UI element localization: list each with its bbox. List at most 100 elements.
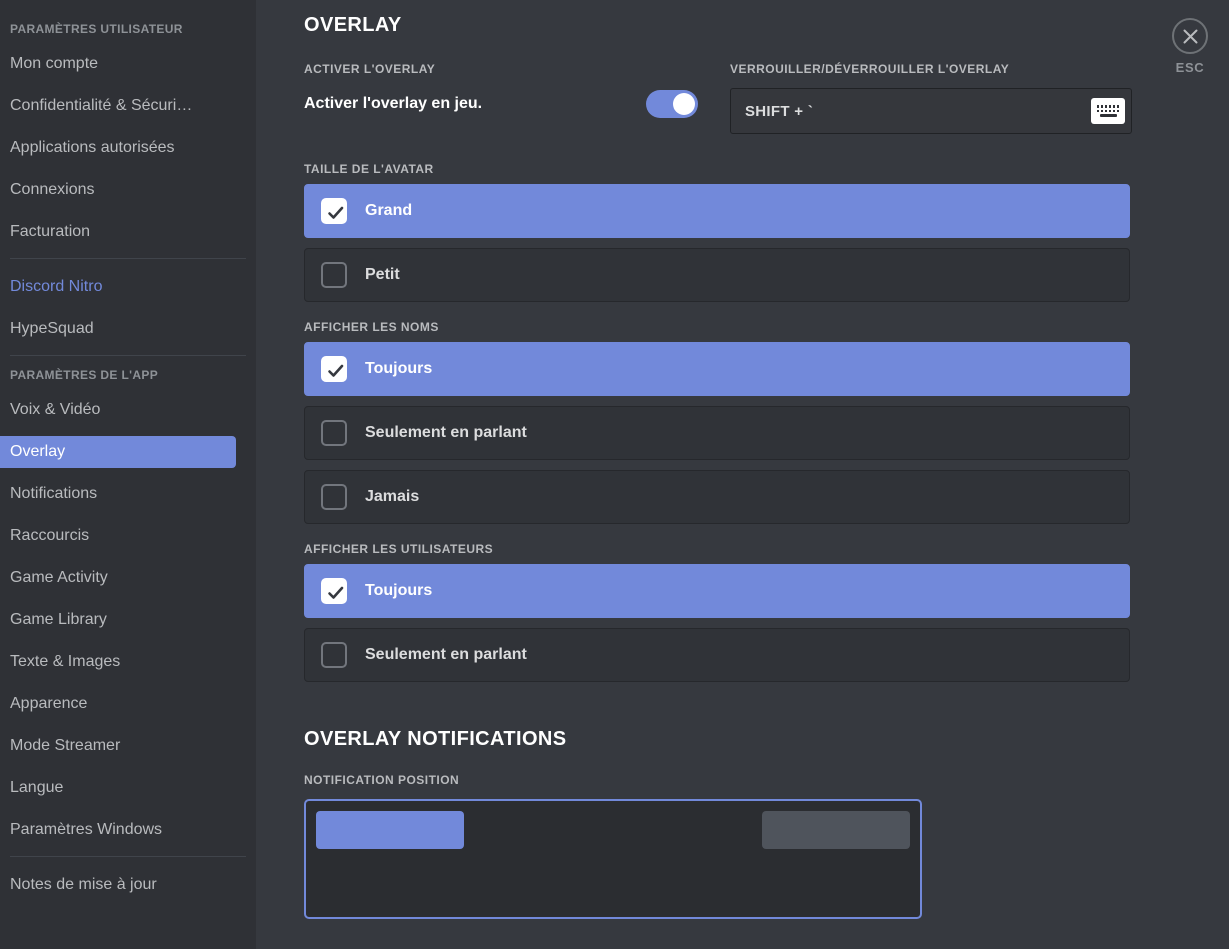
sidebar-item-label: Confidentialité & Sécuri… <box>10 97 192 114</box>
show-names-group: AFFICHER LES NOMS Toujours Seulement en p… <box>304 320 1229 524</box>
sidebar-item-texte-images[interactable]: Texte & Images <box>0 646 236 678</box>
avatar-size-option[interactable]: Grand <box>304 184 1130 238</box>
sidebar-item-voix-vidéo[interactable]: Voix & Vidéo <box>0 394 236 426</box>
overlay-notifications-title: OVERLAY NOTIFICATIONS <box>304 728 1229 751</box>
sidebar-section-user-settings: PARAMÈTRES UTILISATEUR <box>0 22 256 48</box>
show-users-option-label: Toujours <box>365 582 432 600</box>
keyboard-icon[interactable] <box>1091 98 1125 124</box>
switch-knob <box>673 93 695 115</box>
sidebar-group-user: Mon compte Confidentialité & Sécuri… Appli… <box>0 48 256 248</box>
sidebar-item-label: Connexions <box>10 181 95 198</box>
sidebar-item-label: Voix & Vidéo <box>10 401 100 418</box>
keybind-input[interactable]: SHIFT + ` <box>730 88 1132 134</box>
sidebar-group-footer: Notes de mise à jour <box>0 869 256 901</box>
enable-overlay-switch[interactable] <box>646 90 698 118</box>
sidebar-item-notifications[interactable]: Notifications <box>0 478 236 510</box>
sidebar-item-label: Apparence <box>10 695 87 712</box>
sidebar-divider-2 <box>10 355 246 356</box>
avatar-size-options: Grand Petit <box>304 184 1229 302</box>
avatar-size-option-label: Grand <box>365 202 412 220</box>
sidebar-item-hypesquad[interactable]: HypeSquad <box>0 313 236 345</box>
sidebar-item-applications-autorisées[interactable]: Applications autorisées <box>0 132 236 164</box>
sidebar-divider-1 <box>10 258 246 259</box>
checkbox-unchecked-icon[interactable] <box>321 262 347 288</box>
sidebar-item-game-activity[interactable]: Game Activity <box>0 562 236 594</box>
keybind-label: VERROUILLER/DÉVERROUILLER L'OVERLAY <box>730 62 1132 76</box>
checkbox-checked-icon[interactable] <box>321 356 347 382</box>
sidebar-item-label: Discord Nitro <box>10 278 102 295</box>
avatar-size-option[interactable]: Petit <box>304 248 1130 302</box>
sidebar-item-game-library[interactable]: Game Library <box>0 604 236 636</box>
page-title: OVERLAY <box>304 14 1229 38</box>
sidebar-item-label: Paramètres Windows <box>10 821 162 838</box>
sidebar-item-label: Applications autorisées <box>10 139 175 156</box>
show-users-group: AFFICHER LES UTILISATEURS Toujours Seulem… <box>304 542 1229 682</box>
show-names-option-label: Seulement en parlant <box>365 424 527 442</box>
show-users-option[interactable]: Seulement en parlant <box>304 628 1130 682</box>
sidebar-item-notes-de-mise-à-jour[interactable]: Notes de mise à jour <box>0 869 236 901</box>
show-names-option[interactable]: Jamais <box>304 470 1130 524</box>
sidebar-group-app: Voix & Vidéo Overlay Notifications Raccourc… <box>0 394 256 846</box>
show-users-option[interactable]: Toujours <box>304 564 1130 618</box>
sidebar-item-label: Raccourcis <box>10 527 89 544</box>
notification-position-label: NOTIFICATION POSITION <box>304 773 1229 787</box>
avatar-size-option-label: Petit <box>365 266 400 284</box>
sidebar-item-connexions[interactable]: Connexions <box>0 174 236 206</box>
sidebar-item-label: Langue <box>10 779 63 796</box>
show-names-option[interactable]: Toujours <box>304 342 1130 396</box>
keybind-value: SHIFT + ` <box>745 103 1091 120</box>
sidebar-item-overlay[interactable]: Overlay <box>0 436 236 468</box>
sidebar-item-langue[interactable]: Langue <box>0 772 236 804</box>
enable-overlay-toggle-row: Activer l'overlay en jeu. <box>304 88 728 120</box>
checkbox-unchecked-icon[interactable] <box>321 420 347 446</box>
sidebar-item-label: Game Library <box>10 611 107 628</box>
checkbox-checked-icon[interactable] <box>321 198 347 224</box>
show-names-options: Toujours Seulement en parlant Jamais <box>304 342 1229 524</box>
sidebar-divider-3 <box>10 856 246 857</box>
sidebar-item-facturation[interactable]: Facturation <box>0 216 236 248</box>
checkbox-unchecked-icon[interactable] <box>321 484 347 510</box>
show-names-label: AFFICHER LES NOMS <box>304 320 1229 334</box>
enable-overlay-column: ACTIVER L'OVERLAY Activer l'overlay en j… <box>304 62 728 120</box>
close-shortcut-label: ESC <box>1176 60 1205 75</box>
sidebar-item-label: Mode Streamer <box>10 737 120 754</box>
checkbox-checked-icon[interactable] <box>321 578 347 604</box>
checkbox-unchecked-icon[interactable] <box>321 642 347 668</box>
sidebar-item-label: HypeSquad <box>10 320 94 337</box>
notification-position-cell-top-right[interactable] <box>762 811 910 849</box>
sidebar-item-apparence[interactable]: Apparence <box>0 688 236 720</box>
close-settings-button[interactable]: ESC <box>1159 18 1221 75</box>
sidebar-item-mon-compte[interactable]: Mon compte <box>0 48 236 80</box>
settings-window: PARAMÈTRES UTILISATEUR Mon compte Confide… <box>0 0 1229 949</box>
overlay-keybind-column: VERROUILLER/DÉVERROUILLER L'OVERLAY SHIF… <box>730 62 1132 134</box>
show-names-option[interactable]: Seulement en parlant <box>304 406 1130 460</box>
sidebar-item-paramètres-windows[interactable]: Paramètres Windows <box>0 814 236 846</box>
settings-sidebar: PARAMÈTRES UTILISATEUR Mon compte Confide… <box>0 0 256 949</box>
sidebar-item-label: Texte & Images <box>10 653 120 670</box>
sidebar-item-discord-nitro[interactable]: Discord Nitro <box>0 271 236 303</box>
show-users-label: AFFICHER LES UTILISATEURS <box>304 542 1229 556</box>
settings-content: OVERLAY ACTIVER L'OVERLAY Activer l'over… <box>256 0 1229 949</box>
sidebar-item-label: Mon compte <box>10 55 98 72</box>
sidebar-item-label: Overlay <box>10 443 65 460</box>
sidebar-item-confidentialité-sécuri[interactable]: Confidentialité & Sécuri… <box>0 90 236 122</box>
sidebar-section-app-settings: PARAMÈTRES DE L'APP <box>0 368 256 394</box>
sidebar-item-label: Game Activity <box>10 569 108 586</box>
show-names-option-label: Jamais <box>365 488 419 506</box>
enable-overlay-text: Activer l'overlay en jeu. <box>304 95 482 113</box>
enable-overlay-label: ACTIVER L'OVERLAY <box>304 62 728 76</box>
overlay-enable-row: ACTIVER L'OVERLAY Activer l'overlay en j… <box>304 62 1229 134</box>
close-icon[interactable] <box>1172 18 1208 54</box>
notification-position-picker[interactable] <box>304 799 922 919</box>
notification-position-cell-top-left[interactable] <box>316 811 464 849</box>
avatar-size-group: TAILLE DE L'AVATAR Grand Petit <box>304 162 1229 302</box>
sidebar-group-promo: Discord Nitro HypeSquad <box>0 271 256 345</box>
sidebar-item-mode-streamer[interactable]: Mode Streamer <box>0 730 236 762</box>
show-users-options: Toujours Seulement en parlant <box>304 564 1229 682</box>
sidebar-item-label: Notes de mise à jour <box>10 876 157 893</box>
show-names-option-label: Toujours <box>365 360 432 378</box>
avatar-size-label: TAILLE DE L'AVATAR <box>304 162 1229 176</box>
show-users-option-label: Seulement en parlant <box>365 646 527 664</box>
sidebar-item-label: Notifications <box>10 485 97 502</box>
sidebar-item-raccourcis[interactable]: Raccourcis <box>0 520 236 552</box>
